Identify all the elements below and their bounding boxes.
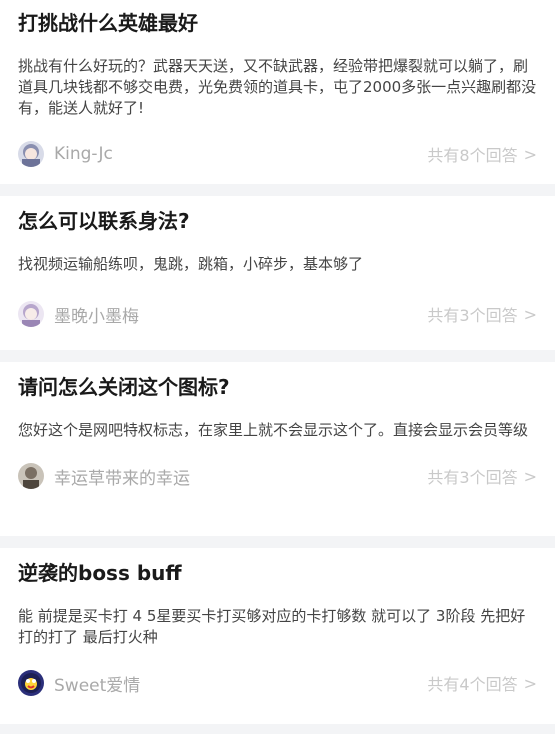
author-name[interactable]: Sweet爱情 [54,671,140,696]
question-title[interactable]: 打挑战什么英雄最好 [18,0,537,48]
answer-count-link[interactable]: 共有3个回答 > [427,464,537,488]
avatar-portrait-icon[interactable] [18,463,44,489]
answer-author[interactable]: King-Jc [18,141,113,167]
answer-preview[interactable]: 找视频运输船练呗，鬼跳，跳箱，小碎步，基本够了 [18,254,537,275]
chevron-right-icon: > [523,144,537,164]
answer-count-link[interactable]: 共有4个回答 > [427,671,537,695]
answer-count: 共有3个回答 [427,468,518,487]
answer-preview[interactable]: 挑战有什么好玩的？武器天天送，又不缺武器，经验带把爆裂就可以躺了，刷道具几块钱都… [18,56,537,119]
question-title[interactable]: 请问怎么关闭这个图标? [18,362,537,412]
author-name[interactable]: 墨晚小墨梅 [54,302,139,327]
answer-author[interactable]: 幸运草带来的幸运 [18,463,190,489]
question-title[interactable]: 逆袭的boss buff [18,548,537,598]
question-footer: 墨晚小墨梅 共有3个回答 > [18,301,537,327]
avatar-cartoon-penguin-icon[interactable] [18,670,44,696]
question-title[interactable]: 怎么可以联系身法? [18,196,537,246]
answer-author[interactable]: 墨晚小墨梅 [18,301,139,327]
answer-preview[interactable]: 您好这个是网吧特权标志，在家里上就不会显示这个了。直接会显示会员等级 [18,420,537,441]
answer-author[interactable]: Sweet爱情 [18,670,140,696]
answer-count: 共有4个回答 [427,675,518,694]
answer-preview[interactable]: 能 前提是买卡打 4 5星要买卡打买够对应的卡打够数 就可以了 3阶段 先把好打… [18,606,537,648]
question-card[interactable]: 打挑战什么英雄最好 挑战有什么好玩的？武器天天送，又不缺武器，经验带把爆裂就可以… [0,0,555,184]
question-footer: 幸运草带来的幸运 共有3个回答 > [18,463,537,489]
chevron-right-icon: > [523,673,537,693]
question-card[interactable]: 请问怎么关闭这个图标? 您好这个是网吧特权标志，在家里上就不会显示这个了。直接会… [0,362,555,536]
answer-count-link[interactable]: 共有3个回答 > [427,302,537,326]
author-name[interactable]: King-Jc [54,144,113,164]
question-footer: Sweet爱情 共有4个回答 > [18,670,537,696]
question-feed: 打挑战什么英雄最好 挑战有什么好玩的？武器天天送，又不缺武器，经验带把爆裂就可以… [0,0,555,724]
chevron-right-icon: > [523,304,537,324]
avatar-anime-girl-icon[interactable] [18,141,44,167]
question-card[interactable]: 怎么可以联系身法? 找视频运输船练呗，鬼跳，跳箱，小碎步，基本够了 墨晚小墨梅 … [0,196,555,350]
chevron-right-icon: > [523,466,537,486]
answer-count: 共有3个回答 [427,306,518,325]
answer-count: 共有8个回答 [427,146,518,165]
author-name[interactable]: 幸运草带来的幸运 [54,464,190,489]
question-footer: King-Jc 共有8个回答 > [18,141,537,167]
answer-count-link[interactable]: 共有8个回答 > [427,142,537,166]
avatar-anime-lavender-icon[interactable] [18,301,44,327]
question-card[interactable]: 逆袭的boss buff 能 前提是买卡打 4 5星要买卡打买够对应的卡打够数 … [0,548,555,724]
